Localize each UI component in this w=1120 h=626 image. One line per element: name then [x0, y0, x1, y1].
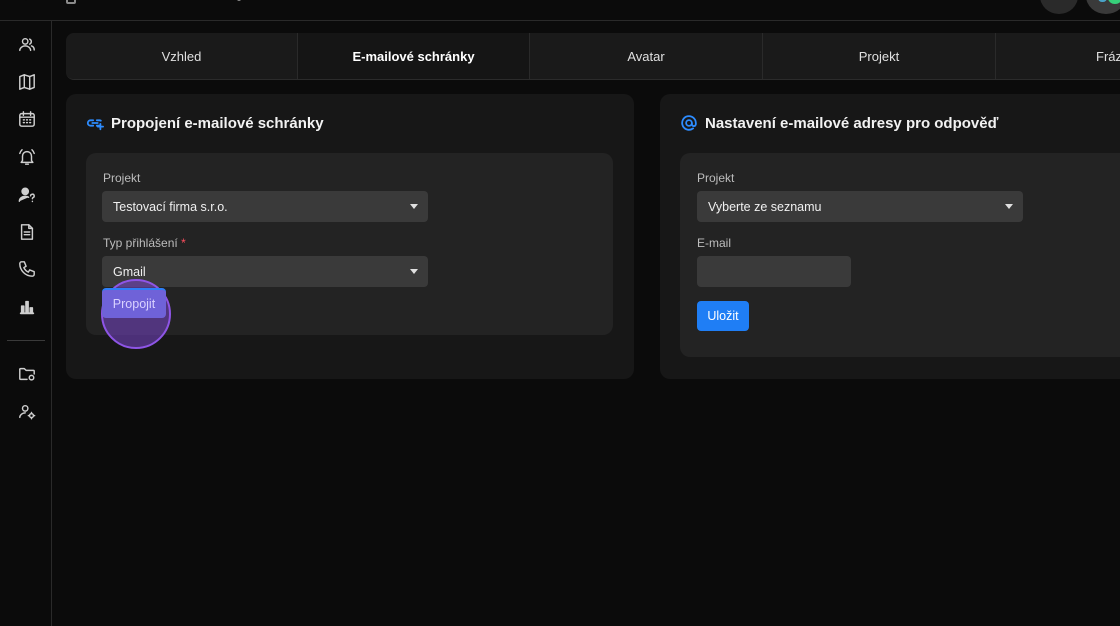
- phone-icon[interactable]: [17, 259, 37, 279]
- user-settings-icon[interactable]: [17, 402, 37, 422]
- required-mark: *: [181, 236, 186, 250]
- users-icon[interactable]: [17, 35, 37, 55]
- folder-settings-icon[interactable]: [17, 364, 37, 384]
- tab-vzhled[interactable]: Vzhled: [66, 33, 298, 79]
- chevron-down-icon: [410, 204, 418, 209]
- login-type-label: Typ přihlášení *: [103, 236, 186, 250]
- connect-button[interactable]: Propojit: [102, 288, 166, 318]
- document-icon[interactable]: [17, 222, 37, 242]
- chevron-down-icon: [410, 269, 418, 274]
- bell-icon[interactable]: [17, 147, 37, 167]
- login-type-label-text: Typ přihlášení: [103, 236, 178, 250]
- user-avatar[interactable]: [1086, 0, 1120, 14]
- left-project-select[interactable]: Testovací firma s.r.o.: [102, 191, 428, 222]
- workspace-icon[interactable]: [66, 0, 76, 4]
- app-logo-icon[interactable]: [14, 0, 38, 10]
- login-type-value: Gmail: [113, 264, 146, 279]
- right-project-select[interactable]: Vyberte ze seznamu: [697, 191, 1023, 222]
- settings-tabs: Vzhled E-mailové schránky Avatar Projekt…: [66, 33, 1120, 80]
- user-question-icon[interactable]: [17, 185, 37, 205]
- calendar-icon[interactable]: [17, 109, 37, 129]
- link-plus-icon: [86, 119, 104, 131]
- save-button[interactable]: Uložit: [697, 301, 749, 331]
- tab-fraze[interactable]: Fráz: [996, 33, 1120, 79]
- right-project-value: Vyberte ze seznamu: [708, 199, 822, 214]
- left-project-label: Projekt: [103, 171, 141, 185]
- email-label: E-mail: [697, 236, 732, 250]
- connect-mailbox-title-text: Propojení e-mailové schránky: [111, 114, 324, 132]
- help-button[interactable]: [1040, 0, 1078, 14]
- map-icon[interactable]: [17, 72, 37, 92]
- at-sign-icon: [681, 115, 697, 131]
- tab-projekt[interactable]: Projekt: [763, 33, 996, 79]
- left-project-value: Testovací firma s.r.o.: [113, 199, 228, 214]
- reply-address-title: Nastavení e-mailové adresy pro odpověď: [680, 114, 998, 132]
- tab-email-mailboxes[interactable]: E-mailové schránky: [298, 33, 530, 79]
- chevron-down-icon: [1005, 204, 1013, 209]
- reply-address-title-text: Nastavení e-mailové adresy pro odpověď: [705, 114, 999, 132]
- sidebar-divider: [7, 340, 45, 341]
- top-bar: [0, 0, 1120, 21]
- sidebar: [0, 21, 52, 626]
- tab-avatar[interactable]: Avatar: [530, 33, 763, 79]
- email-input[interactable]: [697, 256, 851, 287]
- breadcrumb-separator-icon: [237, 0, 241, 1]
- connect-mailbox-title: Propojení e-mailové schránky: [86, 114, 324, 132]
- bar-chart-icon[interactable]: [17, 297, 37, 317]
- right-project-label: Projekt: [697, 171, 735, 185]
